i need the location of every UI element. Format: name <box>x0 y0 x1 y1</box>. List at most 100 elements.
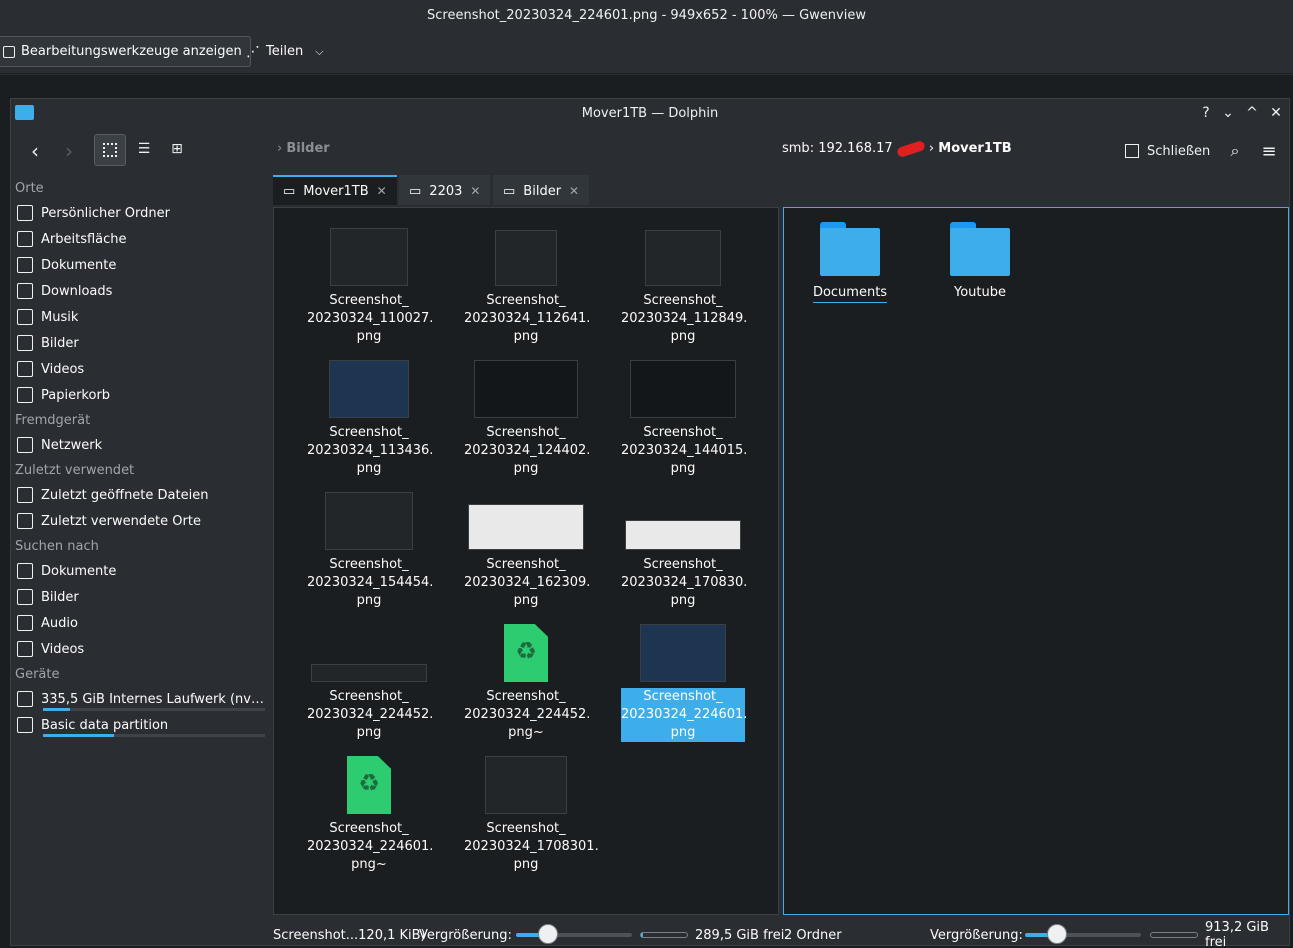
left-status-text: Screenshot...120,1 KiB) <box>273 927 426 943</box>
file-item[interactable]: ♻ Screenshot_ 20230324_224601. png~ <box>307 746 433 874</box>
path-current[interactable]: Mover1TB <box>938 141 1011 156</box>
file-item[interactable]: Screenshot_ 20230324_224601. png <box>621 614 747 742</box>
tab-label: Bilder <box>523 183 562 199</box>
file-item[interactable]: Screenshot_ 20230324_124402. png <box>464 350 590 478</box>
sidebar-item[interactable]: Videos <box>17 357 267 381</box>
sidebar-item[interactable]: Zuletzt verwendete Orte <box>17 509 267 533</box>
close-tab-icon[interactable]: ✕ <box>470 184 480 198</box>
sidebar-item[interactable]: Papierkorb <box>17 383 267 407</box>
back-button[interactable]: ‹ <box>23 139 47 163</box>
drive-icon <box>17 691 33 707</box>
image-thumbnail <box>495 230 557 286</box>
file-item[interactable]: Screenshot_ 20230324_162309. png <box>464 482 590 610</box>
sidebar-item[interactable]: Videos <box>17 637 267 661</box>
menu-button[interactable]: ≡ <box>1257 139 1281 163</box>
tab-label: 2203 <box>429 183 463 199</box>
file-item[interactable]: ♻ Screenshot_ 20230324_224452. png~ <box>464 614 591 742</box>
left-free-space: 289,5 GiB frei <box>695 927 785 943</box>
right-free-space-bar <box>1150 932 1198 938</box>
image-thumbnail <box>311 664 427 682</box>
search-documents-icon <box>17 563 33 579</box>
sidebar-item[interactable]: Dokumente <box>17 559 267 583</box>
close-split-button[interactable]: Schließen <box>1125 139 1210 163</box>
drive-usage-bar <box>43 734 265 737</box>
sidebar-item-label: Dokumente <box>41 257 117 273</box>
tab-mover1tb[interactable]: ▭ Mover1TB ✕ <box>273 175 397 205</box>
left-breadcrumb[interactable]: › Bilder <box>277 141 330 156</box>
redaction-mark <box>895 139 926 158</box>
folder-icon: ▭ <box>409 183 422 199</box>
documents-icon <box>17 257 33 273</box>
file-item[interactable]: Screenshot_ 20230324_112849. png <box>621 218 747 346</box>
file-item[interactable]: Screenshot_ 20230324_144015. png <box>621 350 747 478</box>
edit-tools-label: Bearbeitungswerkzeuge anzeigen <box>21 44 242 59</box>
folder-item[interactable]: Documents <box>788 222 912 303</box>
sidebar-item[interactable]: Downloads <box>17 279 267 303</box>
tab-label: Mover1TB <box>303 183 369 199</box>
sidebar-item-label: Bilder <box>41 335 79 351</box>
image-thumbnail <box>325 492 413 550</box>
path-separator-icon: › <box>928 141 935 156</box>
path-prefix[interactable]: smb: 192.168.17 <box>782 141 893 156</box>
trash-icon <box>17 387 33 403</box>
pictures-icon <box>17 335 33 351</box>
hamburger-menu-icon: ≡ <box>1261 140 1277 162</box>
close-tab-icon[interactable]: ✕ <box>377 184 387 198</box>
share-icon: ⋰ <box>246 43 260 60</box>
minimize-button[interactable]: ⌄ <box>1219 104 1237 122</box>
recent-files-icon <box>17 487 33 503</box>
sidebar-item-label: Arbeitsfläche <box>41 231 127 247</box>
right-free-space: 913,2 GiB frei <box>1205 920 1269 948</box>
sidebar-item[interactable]: Audio <box>17 611 267 635</box>
section-title-0: Orte <box>15 181 44 196</box>
folder-item[interactable]: Youtube <box>918 222 1042 302</box>
sidebar-item[interactable]: Arbeitsfläche <box>17 227 267 251</box>
search-pictures-icon <box>17 589 33 605</box>
maximize-button[interactable]: ^ <box>1243 104 1261 122</box>
image-thumbnail <box>640 624 726 682</box>
right-zoom-slider-handle[interactable] <box>1047 924 1068 944</box>
sidebar-item-label: Zuletzt geöffnete Dateien <box>41 487 209 503</box>
search-videos-icon <box>17 641 33 657</box>
sidebar-item[interactable]: Zuletzt geöffnete Dateien <box>17 483 267 507</box>
close-window-button[interactable]: ✕ <box>1267 104 1285 122</box>
sidebar-item[interactable]: Dokumente <box>17 253 267 277</box>
tree-view-button[interactable]: ⊞ <box>165 137 189 161</box>
sidebar-item[interactable]: Musik <box>17 305 267 329</box>
folder-icon <box>820 222 880 276</box>
left-zoom-slider-handle[interactable] <box>538 924 559 944</box>
sidebar-item-label: 335,5 GiB Internes Laufwerk (nvm... <box>41 691 267 707</box>
close-tab-icon[interactable]: ✕ <box>569 184 579 198</box>
tab-bar: ▭ Mover1TB ✕ ▭ 2203 ✕ ▭ Bilder ✕ <box>273 173 1283 205</box>
right-breadcrumb[interactable]: smb: 192.168.17 › Mover1TB <box>782 139 1012 158</box>
sidebar-item[interactable]: Bilder <box>17 585 267 609</box>
sidebar-item[interactable]: Persönlicher Ordner <box>17 201 267 225</box>
file-item[interactable]: Screenshot_ 20230324_113436. png <box>307 350 433 478</box>
file-item[interactable]: Screenshot_ 20230324_170830. png <box>621 482 747 610</box>
tab-2203[interactable]: ▭ 2203 ✕ <box>399 175 491 205</box>
edit-tools-button[interactable]: Bearbeitungswerkzeuge anzeigen <box>0 36 251 67</box>
file-item[interactable]: Screenshot_ 20230324_1708301. png <box>464 746 599 874</box>
help-button[interactable]: ? <box>1197 104 1215 122</box>
file-item[interactable]: Screenshot_ 20230324_154454. png <box>307 482 433 610</box>
sidebar-item[interactable]: Bilder <box>17 331 267 355</box>
window-title: Mover1TB — Dolphin <box>581 105 719 121</box>
right-view-pane[interactable]: Documents Youtube <box>783 207 1289 915</box>
share-button[interactable]: ⋰ Teilen ⌵ <box>238 36 332 67</box>
icons-view-button[interactable] <box>94 134 126 166</box>
share-label: Teilen <box>266 44 304 59</box>
file-item[interactable]: Screenshot_ 20230324_112641. png <box>464 218 590 346</box>
recent-places-icon <box>17 513 33 529</box>
forward-button[interactable]: › <box>57 139 81 163</box>
sidebar-item[interactable]: Netzwerk <box>17 433 267 457</box>
image-thumbnail <box>330 228 408 286</box>
file-item[interactable]: Screenshot_ 20230324_110027. png <box>307 218 433 346</box>
tab-bilder[interactable]: ▭ Bilder ✕ <box>493 175 590 205</box>
desktop-icon <box>17 231 33 247</box>
file-name: Screenshot_ 20230324_224452. png~ <box>464 689 591 740</box>
file-item[interactable]: Screenshot_ 20230324_224452. png <box>307 614 433 742</box>
details-view-button[interactable]: ☰ <box>132 137 156 161</box>
left-view-pane[interactable]: Screenshot_ 20230324_110027. png Screenshot… <box>273 207 779 915</box>
image-thumbnail <box>630 360 736 418</box>
search-button[interactable]: ⌕ <box>1223 139 1247 163</box>
